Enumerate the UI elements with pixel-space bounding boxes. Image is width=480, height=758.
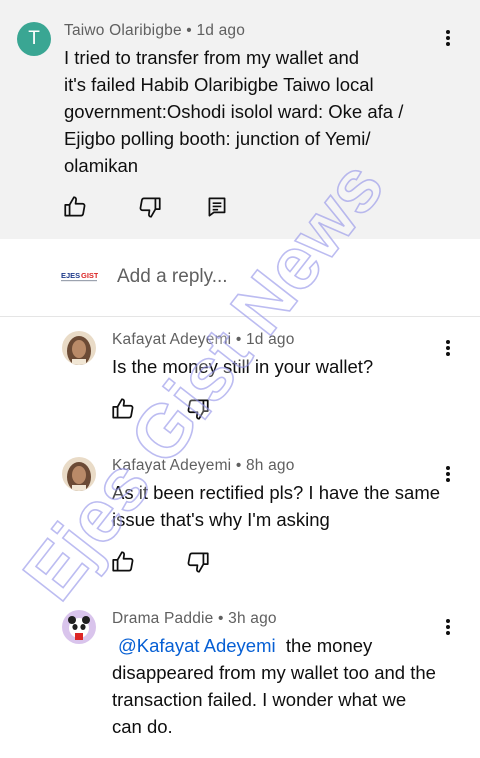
thumbs-up-icon (112, 398, 134, 419)
svg-text:EJES: EJES (61, 271, 80, 280)
comment-meta: Drama Paddie • 3h ago (112, 610, 277, 627)
user-mention-link[interactable]: @Kafayat Adeyemi (118, 635, 276, 656)
parent-comment: T Taiwo Olaribigbe • 1d ago I tried to t… (0, 0, 480, 239)
author-name[interactable]: Drama Paddie (112, 610, 213, 627)
reply-input-row: EJES GIST Add a reply... (0, 239, 480, 317)
svg-text:GIST: GIST (81, 271, 98, 280)
thumbs-up-icon (112, 551, 134, 572)
like-button[interactable] (110, 396, 136, 422)
comment-text: Is the money still in your wallet? (112, 356, 374, 377)
channel-logo: EJES GIST (60, 269, 98, 283)
like-button[interactable] (62, 194, 88, 220)
comment-text: As it been rectified pls? I have the sam… (112, 482, 441, 530)
comment-reply-icon (208, 197, 226, 217)
comment-meta: Taiwo Olaribigbe • 1d ago (64, 22, 246, 39)
comment-text: I tried to transfer from my wallet and i… (64, 47, 404, 176)
author-name[interactable]: Kafayat Adeyemi (112, 457, 231, 474)
comment-text: @Kafayat Adeyemi the money disappeared f… (112, 635, 436, 737)
like-button[interactable] (110, 549, 136, 575)
author-name[interactable]: Taiwo Olaribigbe (64, 22, 182, 39)
thumbs-up-icon (64, 196, 86, 217)
reply-button[interactable] (204, 194, 230, 220)
thumbs-down-icon (139, 197, 161, 218)
thumbs-down-icon (187, 399, 209, 420)
timestamp: 1d ago (245, 331, 295, 348)
comment-meta: Kafayat Adeyemi • 1d ago (112, 331, 295, 348)
comment-meta: Kafayat Adeyemi • 8h ago (112, 457, 295, 474)
reply-input[interactable]: Add a reply... (117, 266, 228, 288)
dislike-button[interactable] (185, 549, 211, 575)
avatar[interactable]: T (17, 22, 51, 56)
author-name[interactable]: Kafayat Adeyemi (112, 331, 231, 348)
timestamp: 8h ago (245, 457, 295, 474)
timestamp: 3h ago (228, 610, 277, 627)
dislike-button[interactable] (185, 396, 211, 422)
avatar[interactable] (62, 610, 96, 644)
avatar[interactable] (62, 457, 96, 491)
thumbs-down-icon (187, 552, 209, 573)
avatar[interactable] (62, 331, 96, 365)
dislike-button[interactable] (137, 194, 163, 220)
timestamp: 1d ago (196, 22, 246, 39)
